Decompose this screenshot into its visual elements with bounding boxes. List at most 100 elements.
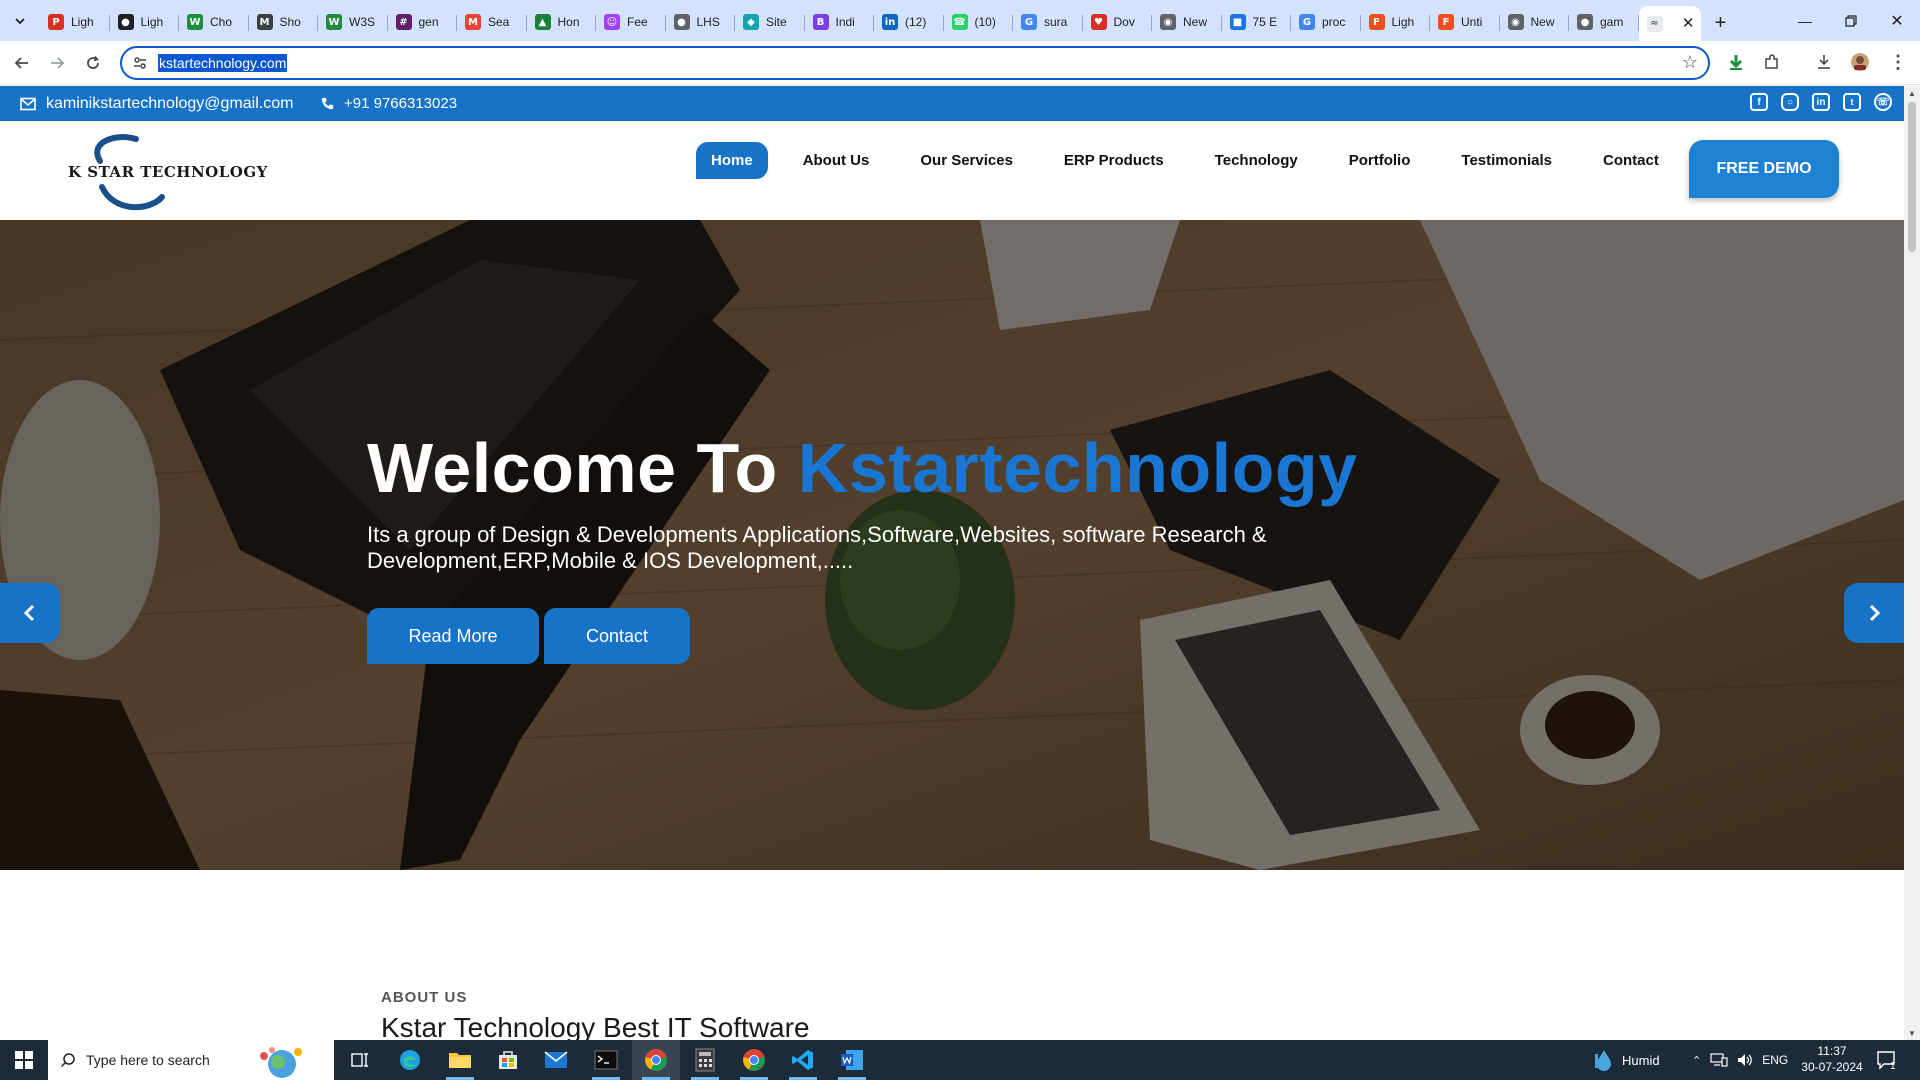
taskbar-chrome-2[interactable]: [730, 1040, 778, 1080]
nav-technology[interactable]: Technology: [1215, 152, 1298, 169]
task-view-button[interactable]: [336, 1040, 384, 1080]
email-text[interactable]: kaminikstartechnology@gmail.com: [46, 95, 293, 113]
free-demo-button[interactable]: FREE DEMO: [1689, 140, 1839, 198]
instagram-icon[interactable]: ○: [1781, 93, 1799, 111]
taskbar-calculator[interactable]: [681, 1040, 729, 1080]
download-extension-icon[interactable]: [1724, 50, 1748, 74]
minimize-button[interactable]: —: [1782, 0, 1828, 41]
browser-tab-label: New: [1183, 15, 1208, 29]
clock-date: 30-07-2024: [1801, 1060, 1863, 1074]
nav-our-services[interactable]: Our Services: [920, 152, 1013, 169]
browser-tab[interactable]: F Ligh: [1361, 8, 1431, 36]
nav-about-us[interactable]: About Us: [803, 152, 870, 169]
twitter-icon[interactable]: t: [1843, 93, 1861, 111]
browser-tab-label: sura: [1044, 15, 1068, 29]
taskbar-search[interactable]: Type here to search: [48, 1040, 334, 1080]
browser-tab[interactable]: ☺ Fee: [596, 8, 666, 36]
phone-icon: [321, 97, 334, 110]
browser-tab[interactable]: in (12): [874, 8, 944, 36]
scrollbar-thumb[interactable]: [1908, 102, 1916, 252]
slider-prev-button[interactable]: [0, 583, 60, 643]
bookmark-star-icon[interactable]: ☆: [1682, 52, 1698, 73]
taskbar-edge[interactable]: [386, 1040, 434, 1080]
whatsapp-icon[interactable]: ☏: [1874, 93, 1892, 111]
profile-avatar[interactable]: [1848, 50, 1872, 74]
browser-menu-button[interactable]: ⋮: [1886, 50, 1910, 74]
taskbar-clock[interactable]: 11:37 30-07-2024: [1800, 1043, 1864, 1075]
close-window-button[interactable]: ✕: [1874, 0, 1920, 41]
taskbar-chrome[interactable]: [632, 1040, 680, 1080]
slider-next-button[interactable]: [1844, 583, 1904, 643]
browser-tab[interactable]: F Unti: [1430, 8, 1500, 36]
site-info-icon[interactable]: [132, 55, 148, 71]
scroll-down-icon[interactable]: ▼: [1904, 1026, 1920, 1040]
browser-tab[interactable]: ♥ Dov: [1083, 8, 1153, 36]
taskbar-terminal[interactable]: [582, 1040, 630, 1080]
extensions-button[interactable]: [1760, 50, 1784, 74]
browser-tab[interactable]: P Ligh: [40, 8, 110, 36]
volume-icon[interactable]: [1737, 1053, 1753, 1067]
browser-tab[interactable]: ▲ Hon: [527, 8, 597, 36]
browser-tab[interactable]: Gsura: [1013, 8, 1083, 36]
browser-tab-label: Sea: [488, 15, 510, 29]
browser-tab[interactable]: W Cho: [179, 8, 249, 36]
facebook-icon[interactable]: f: [1750, 93, 1768, 111]
windows-logo-icon: [15, 1051, 33, 1069]
browser-tab-label: Ligh: [140, 15, 164, 29]
new-tab-button[interactable]: +: [1707, 9, 1735, 37]
phone-contact[interactable]: +91 9766313023: [321, 86, 457, 121]
scroll-up-icon[interactable]: ▲: [1904, 86, 1920, 100]
nav-portfolio[interactable]: Portfolio: [1349, 152, 1411, 169]
browser-tab[interactable]: ● Ligh: [110, 8, 180, 36]
page-scrollbar[interactable]: ▲ ▼: [1904, 86, 1920, 1040]
google-icon: G: [1299, 14, 1315, 30]
browser-tab[interactable]: ◉ New: [1500, 8, 1570, 36]
nav-testimonials[interactable]: Testimonials: [1461, 152, 1552, 169]
email-contact[interactable]: kaminikstartechnology@gmail.com: [20, 86, 293, 121]
folder-icon: [449, 1053, 471, 1068]
browser-tab[interactable]: ◆ Site: [735, 8, 805, 36]
read-more-button[interactable]: Read More: [367, 608, 539, 664]
browser-tab[interactable]: ☎ (10): [944, 8, 1014, 36]
weather-widget[interactable]: Humid: [1594, 1040, 1660, 1080]
browser-tab[interactable]: W W3S: [318, 8, 388, 36]
start-button[interactable]: [0, 1040, 48, 1080]
linkedin-icon[interactable]: in: [1812, 93, 1830, 111]
nav-contact[interactable]: Contact: [1603, 152, 1659, 169]
browser-tab[interactable]: M Sho: [249, 8, 319, 36]
browser-tab[interactable]: ● LHS: [666, 8, 736, 36]
notification-center-button[interactable]: 1: [1876, 1040, 1896, 1080]
address-bar[interactable]: kstartechnology.com ☆: [120, 46, 1710, 80]
forward-button[interactable]: [43, 49, 71, 77]
browser-tab[interactable]: ◉ New: [1152, 8, 1222, 36]
browser-tab[interactable]: # gen: [388, 8, 458, 36]
reload-button[interactable]: [79, 49, 107, 77]
phone-text[interactable]: +91 9766313023: [344, 95, 457, 112]
network-icon[interactable]: [1710, 1053, 1728, 1067]
url-text[interactable]: kstartechnology.com: [158, 54, 288, 72]
tray-overflow-icon[interactable]: ⌃: [1692, 1054, 1701, 1067]
browser-tab[interactable]: M Sea: [457, 8, 527, 36]
taskbar-mail[interactable]: [532, 1040, 580, 1080]
active-browser-tab[interactable]: ≈ ✕: [1638, 6, 1701, 41]
reload-icon: [87, 55, 99, 69]
back-button[interactable]: [8, 49, 36, 77]
taskbar-file-explorer[interactable]: [436, 1040, 484, 1080]
taskbar-vscode[interactable]: [779, 1040, 827, 1080]
restore-button[interactable]: [1828, 0, 1874, 41]
avatar-icon: [1851, 53, 1869, 71]
close-tab-icon[interactable]: ✕: [1682, 14, 1695, 32]
browser-tab[interactable]: ■ 75 E: [1222, 8, 1292, 36]
hero-contact-button[interactable]: Contact: [544, 608, 690, 664]
nav-home[interactable]: Home: [696, 141, 768, 179]
downloads-button[interactable]: [1812, 50, 1836, 74]
browser-tab[interactable]: ● gam: [1569, 8, 1639, 36]
site-logo[interactable]: K STAR TECHNOLOGY: [66, 131, 267, 215]
taskbar-store[interactable]: [484, 1040, 532, 1080]
browser-tab[interactable]: B Indi: [805, 8, 875, 36]
nav-erp-products[interactable]: ERP Products: [1064, 152, 1164, 169]
tab-search-button[interactable]: [8, 9, 32, 33]
taskbar-word[interactable]: [828, 1040, 876, 1080]
browser-tab[interactable]: Gproc: [1291, 8, 1361, 36]
language-indicator[interactable]: ENG: [1762, 1053, 1788, 1067]
